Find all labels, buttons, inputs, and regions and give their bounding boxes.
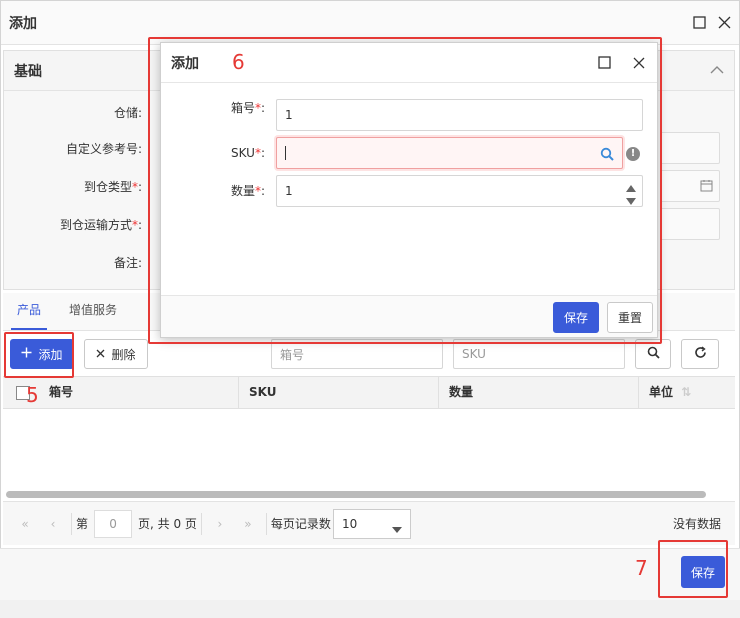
page-prefix: 第 bbox=[76, 517, 89, 531]
search-icon bbox=[647, 346, 660, 362]
outer-dialog-footer bbox=[0, 548, 740, 600]
calendar-icon[interactable] bbox=[700, 179, 713, 195]
horizontal-scrollbar[interactable] bbox=[6, 491, 706, 498]
transport-input[interactable] bbox=[660, 208, 720, 240]
maximize-icon[interactable] bbox=[693, 16, 706, 29]
field-warehouse: 仓储: bbox=[0, 104, 146, 121]
box-no-search-placeholder: 箱号 bbox=[280, 347, 305, 362]
annotation-label-5: 5 bbox=[26, 383, 39, 407]
annotation-box-7 bbox=[658, 540, 728, 598]
delete-button[interactable]: 删除 bbox=[84, 339, 148, 369]
close-icon[interactable] bbox=[718, 16, 731, 29]
page-number-input[interactable]: 0 bbox=[94, 509, 133, 538]
tab-products[interactable]: 产品 bbox=[3, 293, 55, 330]
page-suffix: 页, 共 0 页 bbox=[138, 517, 197, 531]
field-ref: 自定义参考号: bbox=[0, 140, 146, 157]
field-transport-label: 到仓运输方式*: bbox=[59, 218, 142, 232]
pager-divider bbox=[200, 512, 202, 535]
field-arrival-type: 到仓类型*: bbox=[0, 178, 146, 195]
prev-page-icon[interactable]: ‹ bbox=[39, 517, 67, 531]
annotation-label-6: 6 bbox=[232, 50, 245, 74]
pager: « ‹ 第 0 页, 共 0 页 › » 每页记录数 10 没有数据 bbox=[3, 501, 735, 545]
refresh-button[interactable] bbox=[681, 339, 719, 369]
annotation-box-6 bbox=[148, 37, 662, 344]
x-icon bbox=[96, 347, 105, 361]
annotation-box-5 bbox=[4, 332, 74, 378]
sort-icon[interactable]: ⇅ bbox=[681, 385, 691, 399]
refresh-icon bbox=[694, 346, 707, 362]
first-page-icon[interactable]: « bbox=[11, 517, 39, 531]
field-warehouse-label: 仓储: bbox=[113, 106, 142, 120]
per-page-label: 每页记录数 bbox=[270, 517, 331, 531]
field-arrival-type-label: 到仓类型*: bbox=[83, 180, 142, 194]
delete-button-label: 删除 bbox=[111, 347, 136, 362]
col-sku[interactable]: SKU bbox=[239, 377, 439, 408]
no-data-text: 没有数据 bbox=[672, 517, 721, 531]
field-remark-label: 备注: bbox=[113, 256, 142, 270]
tab-value-added[interactable]: 增值服务 bbox=[55, 293, 131, 330]
basic-panel-title: 基础 bbox=[14, 63, 42, 80]
caret-down-icon bbox=[391, 522, 402, 536]
pager-divider bbox=[265, 512, 267, 535]
last-page-icon[interactable]: » bbox=[234, 517, 262, 531]
col-unit-label: 单位 bbox=[649, 385, 674, 399]
col-box-no[interactable]: 箱号 bbox=[43, 377, 239, 408]
pager-divider bbox=[71, 512, 72, 535]
next-page-icon[interactable]: › bbox=[206, 517, 234, 531]
field-ref-label: 自定义参考号: bbox=[65, 142, 142, 156]
col-quantity[interactable]: 数量 bbox=[439, 377, 639, 408]
per-page-select[interactable]: 10 bbox=[332, 508, 411, 539]
ref-input[interactable] bbox=[660, 132, 720, 164]
grid-body bbox=[3, 409, 735, 499]
field-remark: 备注: bbox=[0, 254, 146, 271]
per-page-value: 10 bbox=[341, 516, 358, 531]
field-transport: 到仓运输方式*: bbox=[0, 216, 146, 233]
chevron-up-icon[interactable] bbox=[710, 64, 724, 78]
sku-search-placeholder: SKU bbox=[462, 347, 486, 361]
arrival-date-input[interactable] bbox=[660, 170, 720, 202]
col-unit[interactable]: 单位 ⇅ bbox=[639, 377, 735, 408]
outer-dialog-title: 添加 bbox=[9, 15, 37, 32]
grid-header: 箱号 SKU 数量 单位 ⇅ bbox=[3, 376, 735, 409]
annotation-label-7: 7 bbox=[635, 556, 648, 580]
